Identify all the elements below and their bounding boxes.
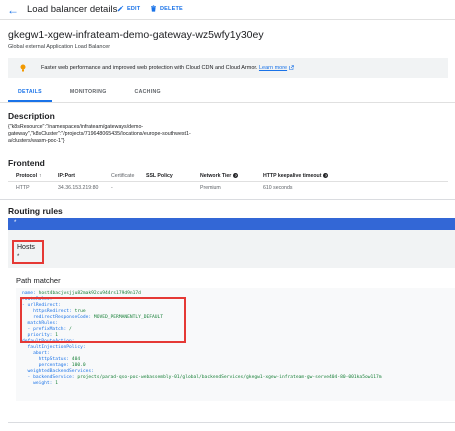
table-row: HTTP 34.36.153.219:80 - Premium 610 seco… <box>16 185 293 191</box>
col-keepalive: HTTP keepalive timeout? <box>263 172 329 179</box>
yaml-line: weight: 1 <box>22 381 58 386</box>
col-ip-port: IP:Port <box>58 172 76 179</box>
section-divider <box>0 199 455 200</box>
tabs-divider <box>0 102 455 103</box>
tab-bar: DETAILS MONITORING CACHING <box>8 84 171 102</box>
sort-arrow-icon: ↑ <box>39 172 42 179</box>
col-ssl-policy: SSL Policy <box>146 172 173 179</box>
routing-rules-heading: Routing rules <box>8 206 63 216</box>
edit-label: EDIT <box>127 5 141 12</box>
path-matcher-heading: Path matcher <box>16 276 61 285</box>
delete-button[interactable]: DELETE <box>150 5 183 12</box>
help-icon[interactable]: ? <box>323 172 329 178</box>
col-protocol[interactable]: Protocol ↑ <box>8 173 58 179</box>
routing-rule-bar[interactable]: * <box>8 218 455 230</box>
trash-icon <box>151 5 156 12</box>
help-icon[interactable]: ? <box>233 172 239 178</box>
pencil-icon <box>117 5 124 12</box>
learn-more-link[interactable]: Learn more <box>259 65 287 71</box>
edit-button[interactable]: EDIT <box>117 5 140 12</box>
hosts-value: * <box>17 254 20 260</box>
external-link-icon <box>289 65 294 70</box>
resource-name: gkegw1-xgew-infrateam-demo-gateway-wz5wf… <box>8 29 264 41</box>
section-divider <box>8 422 455 423</box>
description-heading: Description <box>8 111 55 121</box>
promo-banner: Faster web performance and improved web … <box>8 58 448 78</box>
routing-rule-details <box>8 230 455 268</box>
tab-monitoring[interactable]: MONITORING <box>52 84 117 102</box>
top-bar: ← Load balancer details EDIT DELETE <box>0 0 455 20</box>
banner-text: Faster web performance and improved web … <box>41 65 294 71</box>
table-header: Protocol ↑ IP:Port Certificate SSL Policy… <box>8 170 448 182</box>
delete-label: DELETE <box>160 5 183 12</box>
tab-caching[interactable]: CACHING <box>117 84 171 102</box>
col-network-tier: Network Tier? <box>200 172 239 179</box>
lightbulb-icon <box>20 64 26 72</box>
route-rules-highlight <box>20 297 186 343</box>
hosts-highlight: Hosts * <box>12 240 44 264</box>
hosts-label: Hosts <box>17 244 35 251</box>
yaml-line: - backendService: projects/parad-qso-poc… <box>22 375 382 380</box>
page-title: Load balancer details <box>27 4 118 15</box>
description-text: {"k8sResource":"/namespaces/infrateam/ga… <box>8 124 191 144</box>
back-arrow-icon[interactable]: ← <box>6 3 20 17</box>
frontend-table: Protocol ↑ IP:Port Certificate SSL Policy… <box>8 170 448 194</box>
col-certificate: Certificate <box>111 172 135 179</box>
tab-details[interactable]: DETAILS <box>8 84 52 102</box>
resource-type: Global external Application Load Balance… <box>8 44 111 50</box>
frontend-heading: Frontend <box>8 158 45 168</box>
